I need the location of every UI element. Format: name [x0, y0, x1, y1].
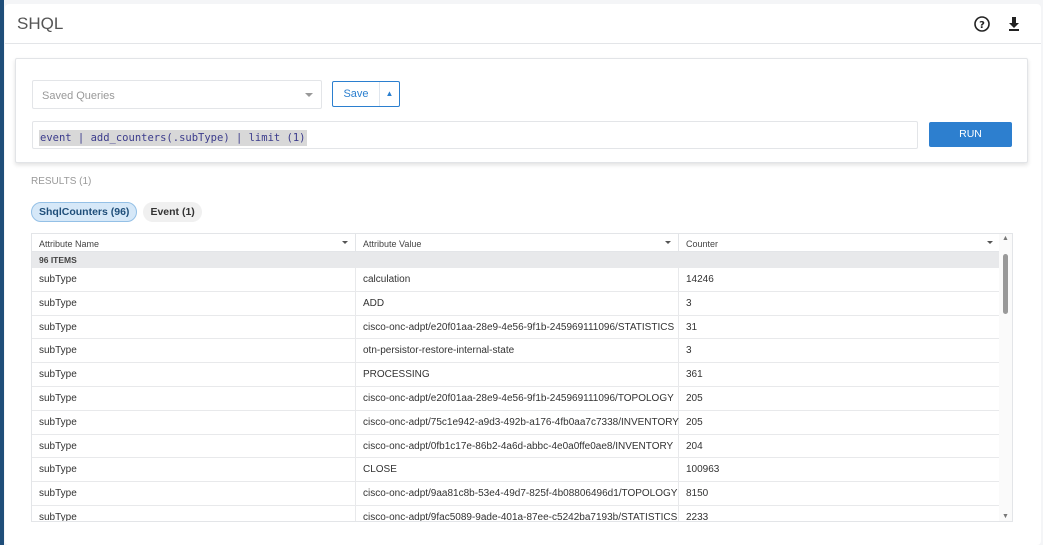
results-table: Attribute Name Attribute Value Counter 9… — [31, 233, 1013, 522]
chevron-down-icon — [305, 93, 313, 97]
sort-caret-icon[interactable] — [665, 241, 671, 244]
cell-attribute-name: subType — [32, 316, 356, 339]
table-row[interactable]: subTypecisco-onc-adpt/75c1e942-a9d3-492b… — [32, 411, 1001, 435]
scrollbar[interactable]: ▲ ▼ — [999, 234, 1012, 521]
items-count: 96 ITEMS — [32, 252, 1001, 268]
cell-attribute-name: subType — [32, 458, 356, 481]
table-row[interactable]: subTypeCLOSE100963 — [32, 458, 1001, 482]
sidebar-edge — [0, 0, 4, 545]
page-title: SHQL — [17, 14, 63, 34]
cell-attribute-value: cisco-onc-adpt/9fac5089-9ade-401a-87ee-c… — [356, 506, 679, 522]
saved-queries-dropdown[interactable]: Saved Queries — [32, 80, 322, 109]
cell-counter: 3 — [679, 292, 1001, 315]
table-row[interactable]: subTypecisco-onc-adpt/0fb1c17e-86b2-4a6d… — [32, 435, 1001, 459]
cell-counter: 100963 — [679, 458, 1001, 481]
cell-attribute-value: cisco-onc-adpt/0fb1c17e-86b2-4a6d-abbc-4… — [356, 435, 679, 458]
table-row[interactable]: subTypecisco-onc-adpt/e20f01aa-28e9-4e56… — [32, 387, 1001, 411]
cell-attribute-name: subType — [32, 482, 356, 505]
table-row[interactable]: subTypeotn-persistor-restore-internal-st… — [32, 339, 1001, 363]
scroll-up-icon[interactable]: ▲ — [1002, 235, 1009, 242]
column-label: Counter — [686, 239, 718, 249]
cell-counter: 205 — [679, 411, 1001, 434]
shql-page: SHQL ? Saved Queries Save ▲ event | add_… — [5, 4, 1041, 545]
help-icon[interactable]: ? — [972, 14, 992, 34]
cell-attribute-name: subType — [32, 268, 356, 291]
save-menu-toggle-icon[interactable]: ▲ — [380, 82, 399, 106]
sort-caret-icon[interactable] — [987, 241, 993, 244]
save-button[interactable]: Save — [333, 82, 380, 106]
query-card: Saved Queries Save ▲ event | add_counter… — [15, 58, 1028, 163]
cell-attribute-value: PROCESSING — [356, 363, 679, 386]
column-header-counter[interactable]: Counter — [679, 234, 1001, 251]
query-text: event | add_counters(.subType) | limit (… — [39, 130, 307, 146]
column-header-attribute-name[interactable]: Attribute Name — [32, 234, 356, 251]
table-body: subTypecalculation14246subTypeADD3subTyp… — [32, 268, 1012, 522]
svg-text:?: ? — [979, 20, 985, 31]
table-header: Attribute Name Attribute Value Counter — [32, 234, 1012, 252]
cell-attribute-value: calculation — [356, 268, 679, 291]
cell-attribute-value: ADD — [356, 292, 679, 315]
cell-attribute-value: cisco-onc-adpt/75c1e942-a9d3-492b-a176-4… — [356, 411, 679, 434]
cell-attribute-value: CLOSE — [356, 458, 679, 481]
run-button[interactable]: RUN — [929, 122, 1012, 147]
column-label: Attribute Value — [363, 239, 421, 249]
cell-attribute-name: subType — [32, 339, 356, 362]
cell-counter: 31 — [679, 316, 1001, 339]
cell-attribute-value: cisco-onc-adpt/e20f01aa-28e9-4e56-9f1b-2… — [356, 387, 679, 410]
cell-counter: 3 — [679, 339, 1001, 362]
tab-shql-counters[interactable]: ShqlCounters (96) — [31, 202, 137, 222]
table-row[interactable]: subTypeADD3 — [32, 292, 1001, 316]
column-label: Attribute Name — [39, 239, 99, 249]
table-row[interactable]: subTypecisco-onc-adpt/9fac5089-9ade-401a… — [32, 506, 1001, 522]
cell-counter: 8150 — [679, 482, 1001, 505]
cell-attribute-value: cisco-onc-adpt/9aa81c8b-53e4-49d7-825f-4… — [356, 482, 679, 505]
cell-counter: 204 — [679, 435, 1001, 458]
cell-counter: 2233 — [679, 506, 1001, 522]
cell-attribute-name: subType — [32, 387, 356, 410]
page-header: SHQL ? — [5, 4, 1041, 44]
cell-attribute-name: subType — [32, 411, 356, 434]
cell-attribute-name: subType — [32, 363, 356, 386]
query-input[interactable]: event | add_counters(.subType) | limit (… — [32, 121, 918, 149]
saved-queries-placeholder: Saved Queries — [42, 90, 115, 102]
results-label: RESULTS (1) — [31, 176, 91, 187]
table-row[interactable]: subTypecisco-onc-adpt/9aa81c8b-53e4-49d7… — [32, 482, 1001, 506]
table-row[interactable]: subTypecisco-onc-adpt/e20f01aa-28e9-4e56… — [32, 316, 1001, 340]
tab-event[interactable]: Event (1) — [143, 202, 201, 222]
table-row[interactable]: subTypecalculation14246 — [32, 268, 1001, 292]
cell-counter: 14246 — [679, 268, 1001, 291]
cell-counter: 361 — [679, 363, 1001, 386]
scrollbar-thumb[interactable] — [1003, 254, 1008, 314]
cell-attribute-name: subType — [32, 506, 356, 522]
sort-caret-icon[interactable] — [342, 241, 348, 244]
cell-attribute-name: subType — [32, 435, 356, 458]
scroll-down-icon[interactable]: ▼ — [1002, 513, 1009, 520]
results-tabs: ShqlCounters (96) Event (1) — [31, 202, 202, 222]
cell-counter: 205 — [679, 387, 1001, 410]
download-icon[interactable] — [1004, 14, 1024, 34]
column-header-attribute-value[interactable]: Attribute Value — [356, 234, 679, 251]
cell-attribute-name: subType — [32, 292, 356, 315]
cell-attribute-value: otn-persistor-restore-internal-state — [356, 339, 679, 362]
table-row[interactable]: subTypePROCESSING361 — [32, 363, 1001, 387]
save-button-group: Save ▲ — [332, 81, 400, 107]
cell-attribute-value: cisco-onc-adpt/e20f01aa-28e9-4e56-9f1b-2… — [356, 316, 679, 339]
